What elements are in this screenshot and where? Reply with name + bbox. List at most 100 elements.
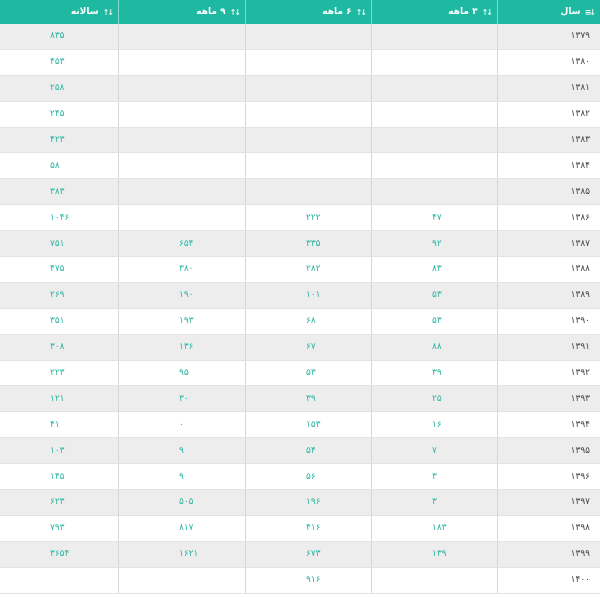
table-row: ۱۳۸۸ ۸۳ ۲۸۲ ۳۸۰ ۴۷۵ <box>0 257 600 283</box>
cell-year: ۱۳۸۴ <box>497 153 600 179</box>
cell-6-month: ۳۳۵ <box>245 231 371 257</box>
cell-year: ۱۳۹۳ <box>497 386 600 412</box>
cell-9-month <box>118 75 245 101</box>
table-row: ۱۳۷۹ ۸۳۵ <box>0 24 600 50</box>
table-row: ۱۳۹۲ ۳۹ ۵۳ ۹۵ ۲۲۳ <box>0 360 600 387</box>
cell-6-month: ۶۷۳ <box>245 541 371 567</box>
column-header-6-month[interactable]: ↓↑ ۶ ماهه <box>245 0 371 24</box>
cell-annual: ۳۸۳ <box>50 186 65 197</box>
cell-6-month <box>245 101 371 127</box>
cell-3-month: ۵۳ <box>371 308 497 334</box>
cell-6-month <box>245 75 371 101</box>
cell-year: ۱۳۸۱ <box>497 75 600 101</box>
cell-year: ۱۳۹۱ <box>497 334 600 360</box>
cell-annual: ۱۰۴۶ <box>50 212 70 223</box>
cell-3-month: ۱۳۹ <box>371 541 497 567</box>
cell-3-month <box>371 179 497 205</box>
cell-3-month <box>371 101 497 127</box>
cell-3-month: ۳ <box>371 490 497 515</box>
table-row: ۱۳۹۵ ۷ ۵۴ ۹ ۱۰۳ <box>0 438 600 465</box>
cell-6-month <box>245 127 371 153</box>
sort-both-icon: ↓↑ <box>355 7 367 17</box>
cell-year: ۱۳۹۵ <box>497 438 600 464</box>
table-row: ۱۳۸۵ ۳۸۳ <box>0 179 600 206</box>
cell-year: ۱۳۹۲ <box>497 360 600 386</box>
cell-annual: ۲۵۸ <box>50 83 65 94</box>
cell-annual: ۱۲۱ <box>50 393 65 404</box>
cell-year: ۱۴۰۰ <box>497 567 600 593</box>
cell-6-month: ۶۸ <box>245 308 371 334</box>
cell-6-month: ۲۲۲ <box>245 205 371 231</box>
cell-6-month: ۵۳ <box>245 360 371 386</box>
cell-3-month <box>371 567 497 593</box>
table-row: ۱۳۸۶ ۴۷ ۲۲۲ ۱۰۴۶ <box>0 205 600 232</box>
sort-both-icon: ↓↑ <box>229 7 241 17</box>
cell-6-month <box>245 179 371 205</box>
table-row: ۱۳۸۹ ۵۳ ۱۰۱ ۱۹۰ ۲۶۹ <box>0 282 600 309</box>
cell-3-month: ۸۸ <box>371 334 497 360</box>
cell-annual: ۱۴۵ <box>50 471 65 482</box>
table-row: ۱۳۹۴ ۱۶ ۱۵۳ ۰ ۴۱ <box>0 412 600 439</box>
cell-year: ۱۳۹۶ <box>497 464 600 490</box>
sort-asc-icon: ↓≡ <box>584 7 596 17</box>
cell-9-month <box>118 205 245 231</box>
cell-9-month: ۹۵ <box>118 360 245 386</box>
cell-year: ۱۳۹۸ <box>497 515 600 541</box>
column-header-9-month[interactable]: ↓↑ ۹ ماهه <box>118 0 245 24</box>
cell-3-month <box>371 75 497 101</box>
column-header-year[interactable]: ↓≡ سال <box>497 0 600 24</box>
cell-year: ۱۳۸۹ <box>497 282 600 308</box>
cell-6-month: ۲۸۲ <box>245 257 371 282</box>
cell-annual: ۳۶۵۴ <box>50 549 70 560</box>
table-body: ۱۳۷۹ ۸۳۵ ۱۳۸۰ ۴۵۳ ۱۳۸۱ ۲۵۸ ۱۳۸۲ ۲۴۵ ۱۳۸۳ ۴۲۳ ۱۳۸۴ ۵… <box>0 24 600 594</box>
cell-3-month: ۹۲ <box>371 231 497 257</box>
cell-annual: ۴۱ <box>50 419 60 430</box>
cell-year: ۱۳۸۵ <box>497 179 600 205</box>
cell-3-month: ۷ <box>371 438 497 464</box>
column-header-label: سالانه <box>70 7 99 17</box>
table-row: ۱۳۹۶ ۳ ۵۶ ۹ ۱۴۵ <box>0 464 600 491</box>
table-row: ۱۳۹۹ ۱۳۹ ۶۷۳ ۱۶۲۱ ۳۶۵۴ <box>0 541 600 568</box>
cell-annual: ۷۹۳ <box>50 523 65 534</box>
cell-9-month <box>118 179 245 205</box>
cell-3-month <box>371 127 497 153</box>
cell-annual: ۱۰۳ <box>50 445 65 456</box>
cell-year: ۱۳۸۲ <box>497 101 600 127</box>
cell-6-month: ۱۵۳ <box>245 412 371 438</box>
cell-6-month: ۵۴ <box>245 438 371 464</box>
cell-9-month: ۱۳۶ <box>118 334 245 360</box>
cell-year: ۱۳۸۳ <box>497 127 600 153</box>
table-row: ۱۳۹۳ ۲۵ ۳۹ ۳۰ ۱۲۱ <box>0 386 600 413</box>
cell-year: ۱۳۷۹ <box>497 24 600 49</box>
cell-9-month: ۳۰ <box>118 386 245 412</box>
column-header-annual[interactable]: ↓↑ سالانه <box>0 0 118 24</box>
cell-3-month <box>371 153 497 179</box>
column-header-label: سال <box>560 7 581 17</box>
table-row: ۱۳۹۸ ۱۸۳ ۴۱۶ ۸۱۷ ۷۹۳ <box>0 515 600 542</box>
sort-both-icon: ↓↑ <box>481 7 493 17</box>
cell-6-month <box>245 153 371 179</box>
column-header-3-month[interactable]: ↓↑ ۳ ماهه <box>371 0 497 24</box>
column-header-label: ۹ ماهه <box>196 7 226 17</box>
cell-6-month: ۴۱۶ <box>245 515 371 541</box>
cell-annual: ۴۵۳ <box>50 57 65 68</box>
cell-3-month: ۸۳ <box>371 257 497 282</box>
data-table: ↓≡ سال ↓↑ ۳ ماهه ↓↑ ۶ ماهه ↓↑ ۹ ماهه ↓↑ … <box>0 0 600 594</box>
cell-annual: ۲۲۳ <box>50 368 65 379</box>
cell-9-month <box>118 49 245 75</box>
table-row: ۱۳۸۰ ۴۵۳ <box>0 49 600 76</box>
cell-6-month: ۵۶ <box>245 464 371 490</box>
cell-3-month: ۲۵ <box>371 386 497 412</box>
cell-3-month <box>371 49 497 75</box>
cell-6-month: ۱۹۶ <box>245 490 371 515</box>
column-header-label: ۳ ماهه <box>448 7 478 17</box>
cell-9-month: ۱۹۰ <box>118 282 245 308</box>
cell-annual: ۴۷۵ <box>50 264 65 275</box>
column-header-label: ۶ ماهه <box>322 7 352 17</box>
cell-9-month <box>118 567 245 593</box>
cell-9-month: ۳۸۰ <box>118 257 245 282</box>
table-row: ۱۴۰۰ ۹۱۶ <box>0 567 600 594</box>
cell-9-month: ۹ <box>118 464 245 490</box>
cell-3-month: ۳ <box>371 464 497 490</box>
cell-annual: ۴۲۳ <box>50 135 65 145</box>
